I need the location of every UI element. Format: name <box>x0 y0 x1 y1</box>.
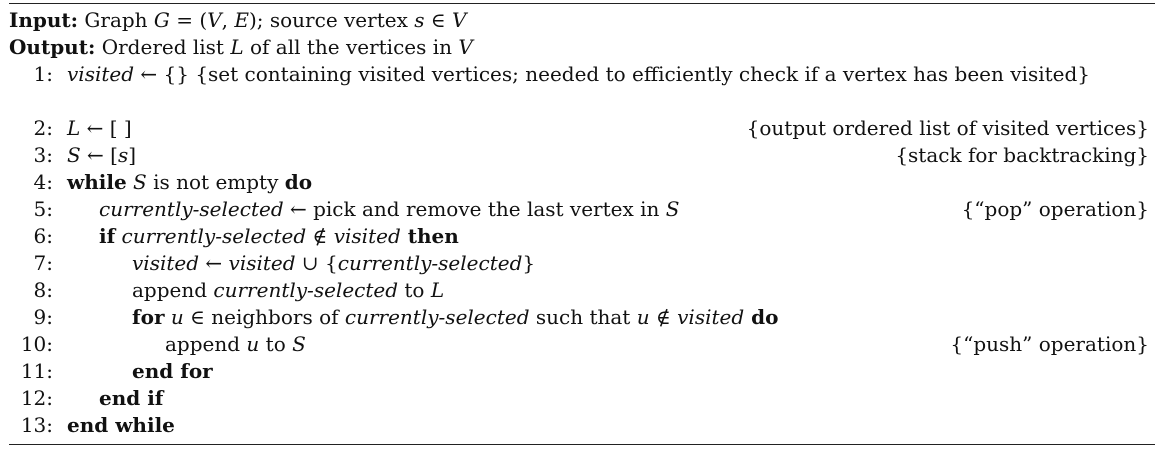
line-4-text: is not empty <box>146 170 285 194</box>
line-number: 2: <box>33 116 53 140</box>
neighbors-text: ∈ neighbors of <box>183 305 345 329</box>
end-if-keyword: end if <box>99 386 164 410</box>
line-9-content: for u ∈ neighbors of currently-selected … <box>132 304 778 330</box>
currently-selected-var: currently-selected <box>115 224 307 248</box>
assign-op: ← <box>199 251 229 275</box>
stack-var: S <box>665 197 680 221</box>
line-2-content: L ← [ ] <box>67 115 132 141</box>
input-content: Input: Graph G = (V, E); source vertex s… <box>9 7 466 33</box>
append-text: append <box>132 278 214 302</box>
input-comma: , <box>221 8 235 32</box>
line-number: 10: <box>20 332 53 356</box>
currently-selected-var: currently-selected <box>344 305 530 329</box>
line-6-content: if currently-selected ∉ visited then <box>99 223 459 249</box>
u-var: u <box>164 305 184 329</box>
line-7-content: visited ← visited ∪ {currently-selected} <box>132 250 535 276</box>
line-4-content: while S is not empty do <box>67 169 312 195</box>
input-close: ); source vertex <box>248 8 415 32</box>
line-10-comment: {“push” operation} <box>950 332 1149 356</box>
not-in-op: ∉ <box>306 224 334 248</box>
list-var: L <box>430 278 445 302</box>
currently-selected-var: currently-selected <box>337 251 523 275</box>
u-var: u <box>246 332 260 356</box>
output-vertex-symbol: V <box>458 35 473 59</box>
line-1-comment: {set containing visited vertices; needed… <box>195 62 1091 86</box>
vertex-set-symbol: V <box>207 8 222 32</box>
for-keyword: for <box>132 305 165 329</box>
output-text: Ordered list <box>101 35 231 59</box>
do-keyword: do <box>744 305 779 329</box>
visited-var: visited <box>333 224 401 248</box>
vertex-set-symbol-2: V <box>452 8 467 32</box>
if-keyword: if <box>99 224 116 248</box>
graph-symbol: G <box>153 8 170 32</box>
input-in: ∈ <box>424 8 453 32</box>
output-label: Output: <box>9 35 96 59</box>
while-keyword: while <box>67 170 127 194</box>
output-content: Output: Ordered list L of all the vertic… <box>9 34 473 60</box>
output-text-2: of all the vertices in <box>243 35 459 59</box>
visited-var: visited <box>132 251 200 275</box>
algo-line-1: 1: visited ← {} {set containing visited … <box>9 61 1155 113</box>
line-1-content: visited ← {} {set containing visited ver… <box>67 61 1151 87</box>
end-for-keyword: end for <box>132 359 213 383</box>
assign-op: ← {} <box>134 62 196 86</box>
not-in-op: ∉ <box>649 305 678 329</box>
visited-var: visited <box>677 305 745 329</box>
line-number: 12: <box>20 386 53 410</box>
line-2-comment: {output ordered list of visited vertices… <box>746 116 1149 140</box>
line-number: 11: <box>20 359 53 383</box>
visited-var: visited <box>67 62 135 86</box>
assign-op: ← [ <box>80 143 118 167</box>
line-5-content: currently-selected ← pick and remove the… <box>99 196 679 222</box>
line-3-comment: {stack for backtracking} <box>895 143 1149 167</box>
line-3-content: S ← [s] <box>67 142 136 168</box>
union-op: ∪ { <box>295 251 338 275</box>
source-arg: s <box>117 143 129 167</box>
line-number: 8: <box>33 278 53 302</box>
stack-var: S <box>67 143 81 167</box>
input-text: Graph <box>84 8 154 32</box>
u-var: u <box>636 305 650 329</box>
line-number: 1: <box>33 62 53 86</box>
append-text: append <box>165 332 247 356</box>
line-number: 13: <box>20 413 53 437</box>
line-number: 5: <box>33 197 53 221</box>
to-text: to <box>398 278 431 302</box>
stack-var: S <box>292 332 306 356</box>
brace-close: } <box>522 251 536 275</box>
line-8-content: append currently-selected to L <box>132 277 444 303</box>
then-keyword: then <box>400 224 459 248</box>
do-keyword: do <box>284 170 313 194</box>
line-5-text: ← pick and remove the last vertex in <box>283 197 666 221</box>
end-while-keyword: end while <box>67 413 175 437</box>
line-5-comment: {“pop” operation} <box>961 197 1149 221</box>
line-number: 9: <box>33 305 53 329</box>
currently-selected-var: currently-selected <box>213 278 399 302</box>
visited-var: visited <box>228 251 296 275</box>
input-eq: = ( <box>169 8 208 32</box>
line-number: 4: <box>33 170 53 194</box>
input-label: Input: <box>9 8 79 32</box>
line-10-content: append u to S <box>165 331 306 357</box>
to-text: to <box>259 332 293 356</box>
list-var: L <box>67 116 81 140</box>
algorithm-block: Input: Graph G = (V, E); source vertex s… <box>9 3 1155 445</box>
stack-var: S <box>126 170 147 194</box>
currently-selected-var: currently-selected <box>99 197 284 221</box>
edge-set-symbol: E <box>234 8 249 32</box>
list-symbol: L <box>230 35 244 59</box>
assign-op: ← [ ] <box>80 116 132 140</box>
line-number: 3: <box>33 143 53 167</box>
bracket-close: ] <box>128 143 137 167</box>
such-that-text: such that <box>529 305 637 329</box>
source-symbol: s <box>414 8 425 32</box>
line-number: 6: <box>33 224 53 248</box>
line-number: 7: <box>33 251 53 275</box>
